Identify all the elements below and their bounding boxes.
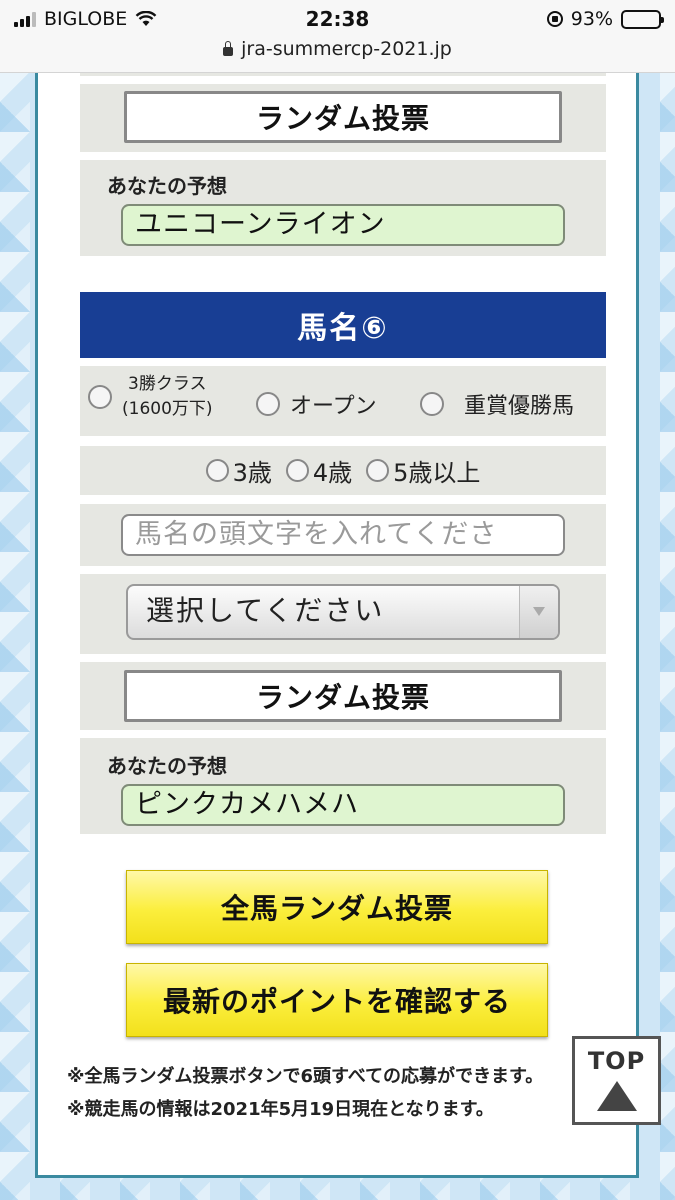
class-open-label: オープン	[290, 394, 377, 419]
top-label: TOP	[587, 1047, 646, 1075]
age-4-label: 4歳	[312, 459, 353, 487]
note-all-random: ※全馬ランダム投票ボタンで6頭すべての応募ができます。	[67, 1066, 544, 1087]
radio-open[interactable]	[256, 392, 280, 416]
age-option-5plus[interactable]: 5歳以上	[366, 453, 480, 488]
prev-guess-field: ユニコーンライオン	[121, 204, 565, 246]
age-5plus-label: 5歳以上	[393, 459, 481, 487]
class-option-3win[interactable]: 3勝クラス (1600万下)	[88, 372, 213, 422]
horse-initial-search-input[interactable]: 馬名の頭文字を入れてくださ	[121, 514, 565, 556]
horse6-header: 馬名⑥	[80, 292, 606, 358]
prev-guess-label: あなたの予想	[107, 174, 227, 198]
radio-age-4[interactable]	[285, 459, 309, 482]
class-option-graded[interactable]: 重賞優勝馬	[420, 388, 574, 420]
horse-select-dropdown[interactable]: 選択してください	[126, 584, 560, 640]
age-option-3[interactable]: 3歳	[205, 453, 272, 488]
guess-field: ピンクカメハメハ	[121, 784, 565, 826]
battery-percent: 93%	[570, 8, 613, 30]
guess-label: あなたの予想	[107, 754, 227, 778]
class-3win-label: 3勝クラス (1600万下)	[122, 372, 213, 422]
all-random-vote-button[interactable]: 全馬ランダム投票	[126, 870, 548, 944]
radio-age-3[interactable]	[205, 459, 229, 482]
status-right: 93%	[546, 8, 664, 30]
age-option-4[interactable]: 4歳	[285, 453, 353, 488]
status-bar: BIGLOBE 22:38 93% jra-summercp-2021.jp	[0, 0, 675, 73]
lock-icon	[223, 41, 234, 56]
radio-3win[interactable]	[88, 385, 112, 409]
class-option-open[interactable]: オープン	[256, 388, 377, 420]
check-points-button[interactable]: 最新のポイントを確認する	[126, 963, 548, 1037]
battery-icon	[621, 9, 664, 29]
rotation-lock-icon	[546, 11, 563, 27]
age-3-label: 3歳	[232, 459, 272, 487]
chevron-down-icon[interactable]	[519, 586, 558, 638]
class-graded-label: 重賞優勝馬	[464, 394, 575, 419]
note-info-date: ※競走馬の情報は2021年5月19日現在となります。	[67, 1099, 494, 1120]
url-text: jra-summercp-2021.jp	[241, 38, 452, 60]
radio-graded[interactable]	[420, 392, 444, 416]
class-3win-line2: (1600万下)	[122, 399, 213, 419]
arrow-up-icon	[596, 1081, 637, 1111]
address-bar[interactable]: jra-summercp-2021.jp	[0, 38, 675, 60]
prev-random-vote-button[interactable]: ランダム投票	[124, 91, 562, 143]
age-options: 3歳 4歳 5歳以上	[80, 446, 606, 495]
back-to-top-button[interactable]: TOP	[572, 1036, 661, 1125]
radio-age-5plus[interactable]	[366, 459, 390, 482]
random-vote-button[interactable]: ランダム投票	[124, 670, 562, 722]
select-value: 選択してください	[146, 594, 385, 627]
class-3win-line1: 3勝クラス	[128, 374, 207, 394]
